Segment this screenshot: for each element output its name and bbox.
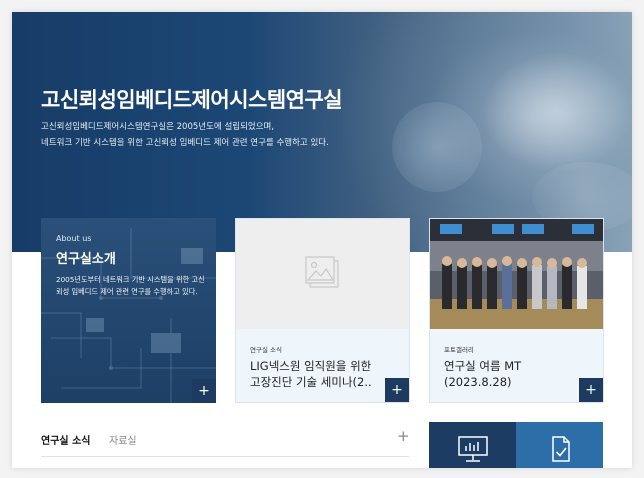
hero-description-line: 고신뢰성임베디드제어시스템연구실은 2005년도에 설립되었으며,: [41, 122, 275, 132]
photo-headline[interactable]: 연구실 여름 MT (2023.8.28): [444, 358, 576, 390]
quick-link-monitor[interactable]: [429, 422, 516, 468]
photo-more-button[interactable]: +: [579, 378, 603, 402]
group-photo: [430, 219, 603, 329]
plus-icon: +: [198, 383, 210, 399]
bowling-alley-photo: [430, 219, 603, 329]
monitor-chart-icon: [458, 436, 488, 462]
news-more-button[interactable]: +: [385, 378, 409, 402]
page-frame: 고신뢰성임베디드제어시스템연구실 고신뢰성임베디드제어시스템연구실은 2005년…: [12, 12, 632, 468]
document-check-icon: [552, 436, 570, 462]
about-card[interactable]: About us 연구실소개 2005년도부터 네트워크 기반 시스템을 위한 …: [41, 218, 216, 403]
news-card[interactable]: 연구실 소식 LIG넥스원 임직원을 위한 고장진단 기술 세미나(2.. +: [235, 218, 410, 403]
news-category: 연구실 소식: [250, 346, 282, 354]
news-headline[interactable]: LIG넥스원 임직원을 위한 고장진단 기술 세미나(2..: [250, 358, 382, 390]
tab-lab-news[interactable]: 연구실 소식: [41, 432, 90, 447]
tab-archive[interactable]: 자료실: [109, 432, 137, 447]
hero-description: 고신뢰성임베디드제어시스템연구실은 2005년도에 설립되었으며, 네트워크 기…: [41, 119, 329, 151]
photo-card[interactable]: 포토갤러리 연구실 여름 MT (2023.8.28) +: [429, 218, 604, 403]
image-placeholder-icon: [305, 256, 339, 288]
board-more-icon[interactable]: +: [397, 427, 410, 445]
hero-description-line: 네트워크 기반 시스템을 위한 고신뢰성 임베디드 제어 관련 연구를 수행하고…: [41, 138, 329, 148]
tabs-divider: [41, 456, 409, 457]
quick-link-document[interactable]: [516, 422, 603, 468]
hero-banner: 고신뢰성임베디드제어시스템연구실 고신뢰성임베디드제어시스템연구실은 2005년…: [12, 12, 632, 252]
news-image-area: [236, 219, 409, 329]
about-title: 연구실소개: [56, 252, 116, 267]
plus-icon: +: [585, 382, 597, 398]
about-description: 2005년도부터 네트워크 기반 시스템을 위한 고신뢰성 임베디드 제어 관련…: [56, 275, 205, 296]
photo-category: 포토갤러리: [444, 346, 474, 354]
plus-icon: +: [391, 382, 403, 398]
about-more-button[interactable]: +: [192, 379, 216, 403]
hero-title: 고신뢰성임베디드제어시스템연구실: [41, 88, 343, 112]
circuit-board-image: [41, 228, 216, 403]
about-eyebrow: About us: [56, 234, 92, 243]
